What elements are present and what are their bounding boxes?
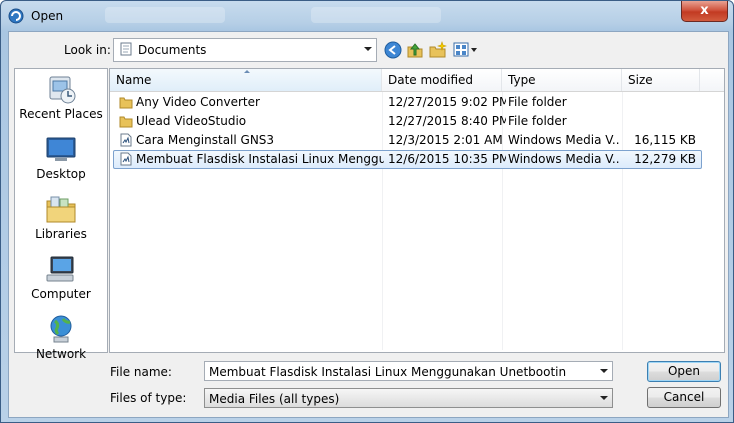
documents-icon — [120, 42, 132, 56]
sort-ascending-icon — [244, 70, 250, 73]
libraries-icon — [46, 196, 76, 223]
column-type[interactable]: Type — [502, 69, 622, 91]
app-icon — [8, 8, 24, 24]
background-window-ghost — [311, 7, 441, 23]
file-size: 16,115 KB — [634, 133, 696, 147]
file-type-value: Media Files (all types) — [209, 392, 340, 406]
close-icon: x — [700, 3, 709, 18]
file-date: 12/27/2015 8:40 PM — [388, 114, 506, 128]
file-type-select[interactable]: Media Files (all types) — [204, 388, 613, 408]
places-bar: Recent Places Desktop Libraries Computer… — [14, 68, 108, 361]
open-dialog: Open x Look in: Documents Recent Places … — [0, 0, 734, 423]
view-menu-icon[interactable] — [453, 41, 479, 59]
back-icon[interactable] — [384, 41, 402, 59]
chevron-down-icon[interactable] — [600, 369, 608, 373]
cancel-button[interactable]: Cancel — [647, 387, 721, 408]
chevron-down-icon[interactable] — [364, 47, 372, 51]
desktop-icon — [46, 137, 76, 161]
dialog-body: Look in: Documents Recent Places Desktop… — [8, 31, 729, 418]
place-label: Desktop — [36, 167, 86, 181]
column-header: Name Date modified Type Size — [110, 69, 724, 92]
file-row-selected[interactable]: Membuat Flasdisk Instalasi Linux Menggun… — [110, 150, 724, 169]
file-name-input[interactable]: Membuat Flasdisk Instalasi Linux Menggun… — [204, 361, 613, 381]
file-name-value: Membuat Flasdisk Instalasi Linux Menggun… — [209, 365, 567, 379]
look-in-combo[interactable]: Documents — [113, 38, 377, 62]
file-date: 12/6/2015 10:35 PM — [388, 152, 506, 166]
place-label: Computer — [31, 287, 91, 301]
file-type: File folder — [508, 114, 567, 128]
network-icon — [50, 315, 72, 343]
column-name[interactable]: Name — [110, 69, 382, 91]
place-computer[interactable]: Computer — [15, 253, 107, 309]
open-button[interactable]: Open — [647, 361, 721, 382]
place-network[interactable]: Network — [15, 313, 107, 369]
file-type-label: Files of type: — [110, 391, 187, 405]
file-type: File folder — [508, 95, 567, 109]
computer-icon — [46, 256, 74, 282]
file-name-label: File name: — [110, 365, 172, 379]
file-type: Windows Media V... — [508, 152, 620, 166]
file-name: Membuat Flasdisk Instalasi Linux Menggun… — [136, 152, 384, 166]
place-label: Network — [35, 347, 87, 361]
place-desktop[interactable]: Desktop — [15, 133, 107, 189]
file-list[interactable]: Name Date modified Type Size Any Video C… — [109, 68, 725, 353]
look-in-value: Documents — [138, 43, 207, 57]
up-folder-icon[interactable] — [406, 41, 424, 59]
background-window-ghost — [105, 7, 225, 23]
column-date-label: Date modified — [388, 73, 474, 87]
recent-places-icon — [49, 76, 76, 104]
column-type-label: Type — [508, 73, 536, 87]
file-name: Cara Menginstall GNS3 — [136, 133, 275, 147]
place-libraries[interactable]: Libraries — [15, 193, 107, 249]
close-button[interactable]: x — [681, 1, 728, 22]
file-name: Any Video Converter — [136, 95, 260, 109]
folder-icon — [119, 97, 133, 109]
file-row[interactable]: Ulead VideoStudio 12/27/2015 8:40 PM Fil… — [110, 112, 724, 131]
column-name-label: Name — [116, 73, 152, 87]
column-date-modified[interactable]: Date modified — [382, 69, 502, 91]
place-label: Recent Places — [19, 107, 103, 121]
place-label: Libraries — [35, 227, 87, 241]
file-date: 12/3/2015 2:01 AM — [388, 133, 503, 147]
chevron-down-icon[interactable] — [600, 396, 608, 400]
file-type: Windows Media V... — [508, 133, 620, 147]
folder-icon — [119, 116, 133, 128]
look-in-label: Look in: — [64, 43, 111, 57]
title-bar[interactable]: Open x — [1, 1, 733, 31]
column-size[interactable]: Size — [622, 69, 700, 91]
file-row[interactable]: Any Video Converter 12/27/2015 9:02 PM F… — [110, 93, 724, 112]
new-folder-icon[interactable] — [429, 41, 447, 59]
place-recent-places[interactable]: Recent Places — [15, 73, 107, 129]
file-name: Ulead VideoStudio — [136, 114, 247, 128]
video-file-icon — [120, 152, 132, 166]
column-size-label: Size — [628, 73, 653, 87]
window-title: Open — [31, 9, 64, 23]
file-size: 12,279 KB — [634, 152, 696, 166]
video-file-icon — [120, 133, 132, 147]
file-row[interactable]: Cara Menginstall GNS3 12/3/2015 2:01 AM … — [110, 131, 724, 150]
file-date: 12/27/2015 9:02 PM — [388, 95, 506, 109]
